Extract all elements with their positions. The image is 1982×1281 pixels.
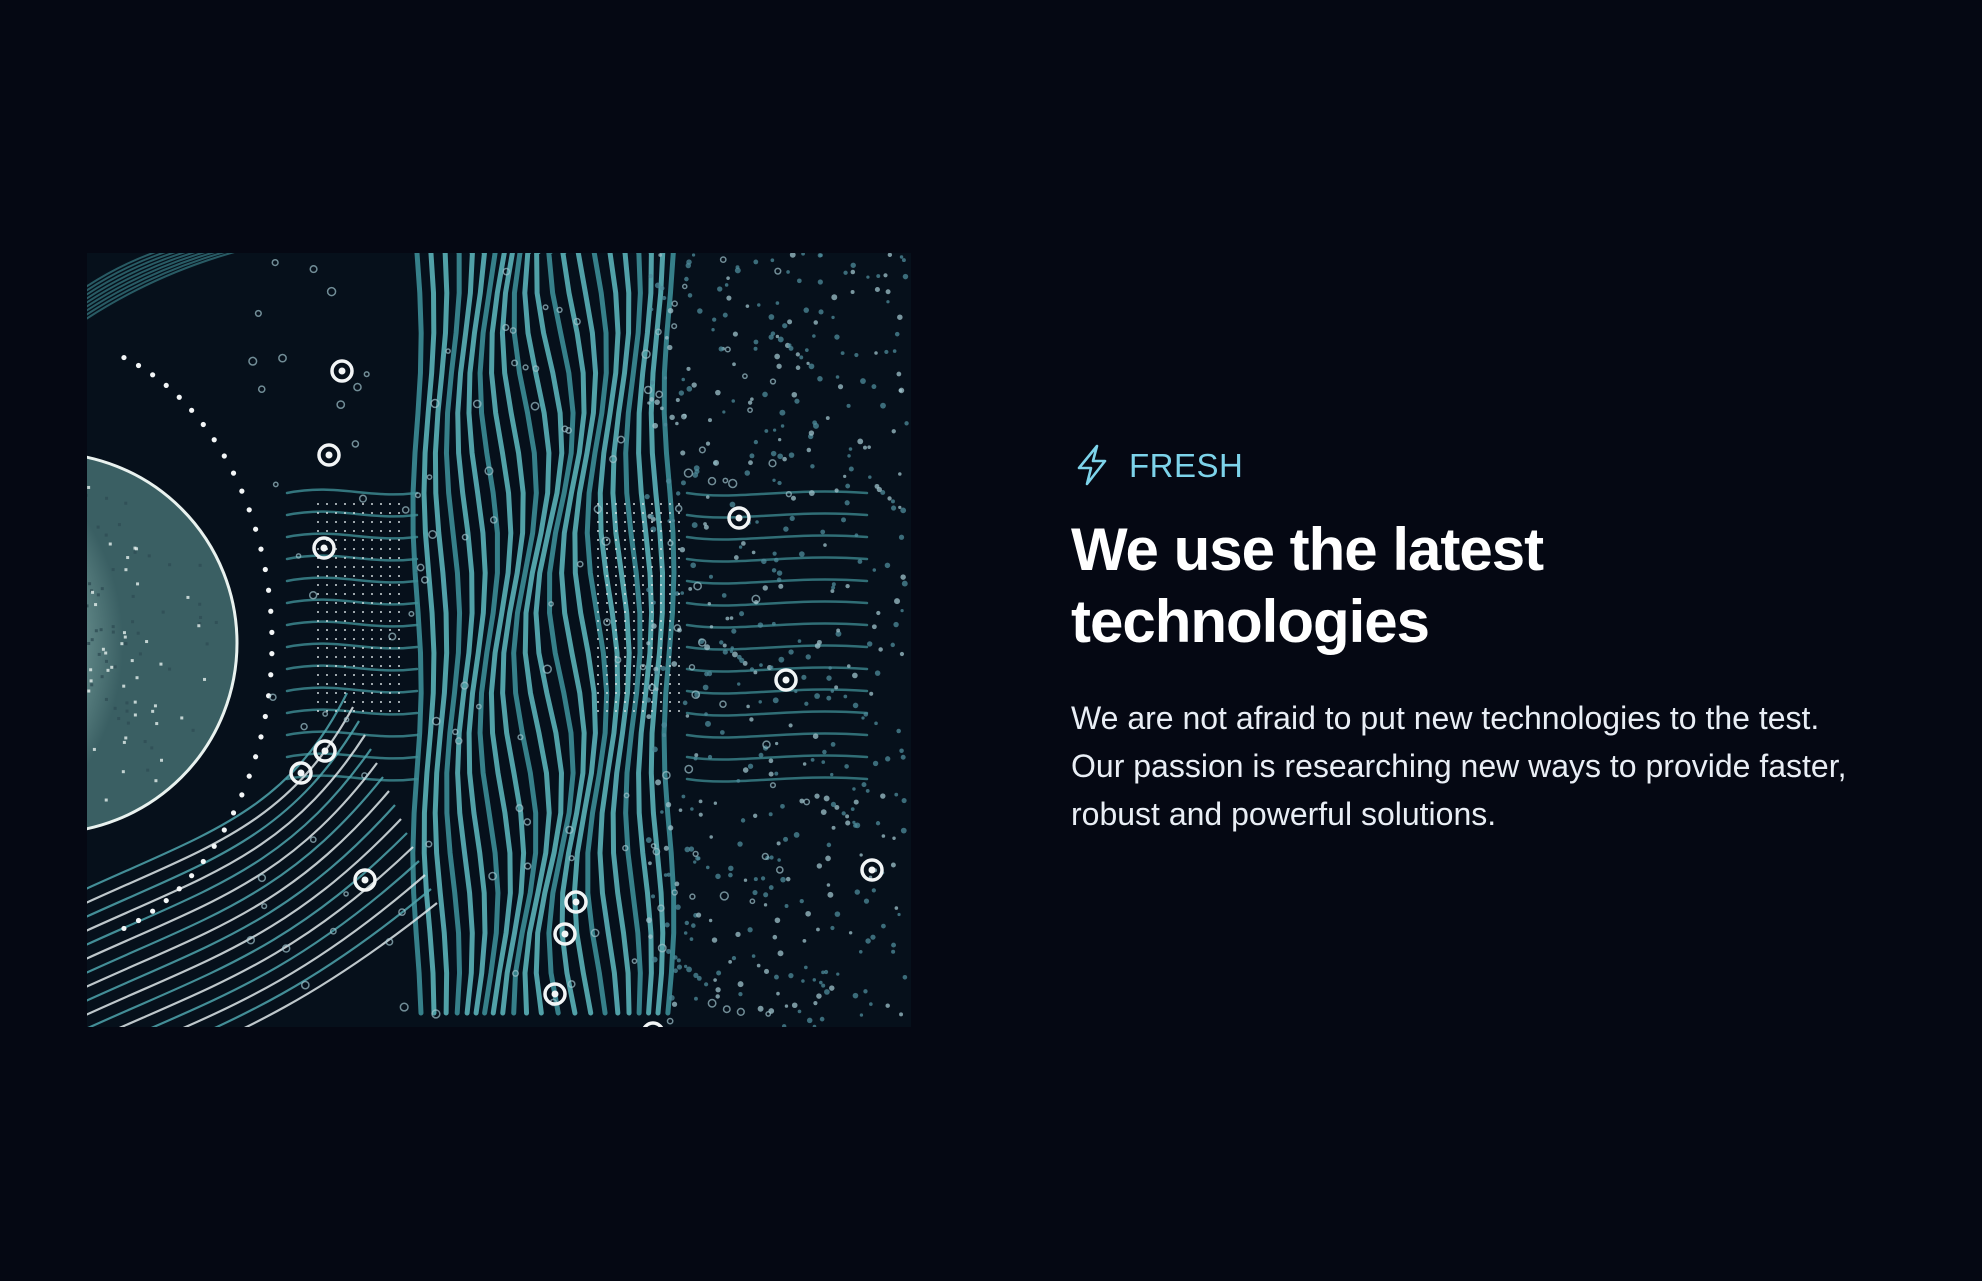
- circuit-board-art: [87, 253, 911, 1027]
- lightning-bolt-icon: [1077, 444, 1107, 486]
- eyebrow-label: FRESH: [1129, 446, 1244, 484]
- section-title: We use the latest technologies: [1071, 516, 1544, 655]
- eyebrow: FRESH: [1071, 440, 1871, 490]
- feature-content: FRESH We use the latest technologies We …: [1071, 440, 1871, 838]
- feature-section: FRESH We use the latest technologies We …: [0, 0, 1982, 1281]
- circuit-board-image: [87, 253, 911, 1027]
- section-description: We are not afraid to put new technologie…: [1071, 700, 1847, 832]
